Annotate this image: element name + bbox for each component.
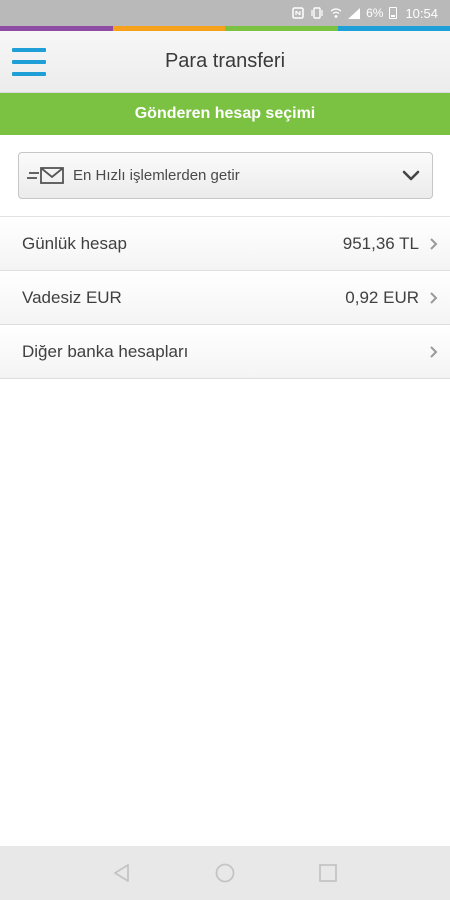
- signal-icon: [348, 7, 361, 19]
- account-balance: 951,36 TL: [342, 233, 419, 253]
- page-title: Para transferi: [164, 50, 286, 72]
- chevron-right-icon: [430, 237, 438, 250]
- account-balance: 0,92 EUR: [345, 287, 419, 307]
- recents-icon[interactable]: [316, 861, 340, 885]
- account-list: Günlük hesap 951,36 TL Vadesiz EUR 0,92 …: [0, 216, 450, 379]
- chevron-down-icon: [402, 170, 420, 180]
- account-row-other-banks[interactable]: Diğer banka hesapları: [0, 325, 450, 379]
- wifi-data-icon: [330, 8, 342, 18]
- hamburger-menu-icon[interactable]: [12, 48, 46, 76]
- account-name: Vadesiz EUR: [22, 287, 122, 307]
- account-row-gunluk-hesap[interactable]: Günlük hesap 951,36 TL: [0, 217, 450, 271]
- home-icon[interactable]: [213, 861, 237, 885]
- chevron-right-icon: [430, 345, 438, 358]
- chevron-right-icon: [430, 291, 438, 304]
- account-row-vadesiz-eur[interactable]: Vadesiz EUR 0,92 EUR: [0, 271, 450, 325]
- battery-percent: 6%: [366, 6, 384, 20]
- system-nav-bar: [0, 846, 450, 900]
- account-name: Diğer banka hesapları: [22, 341, 189, 361]
- section-banner: Gönderen hesap seçimi: [0, 93, 450, 135]
- status-bar: 6% 10:54: [0, 0, 450, 26]
- status-icons: 6% 10:54: [292, 6, 438, 21]
- app-header: Para transferi: [0, 31, 450, 93]
- nfc-icon: [292, 7, 304, 19]
- back-icon[interactable]: [110, 861, 134, 885]
- account-name: Günlük hesap: [22, 233, 127, 253]
- vibrate-icon: [311, 7, 323, 19]
- dropdown-label: En Hızlı işlemlerden getir: [73, 167, 240, 184]
- status-time: 10:54: [405, 5, 438, 21]
- mail-transfer-icon: [27, 166, 64, 184]
- quick-transactions-dropdown[interactable]: En Hızlı işlemlerden getir: [18, 152, 433, 199]
- battery-icon: [389, 7, 398, 19]
